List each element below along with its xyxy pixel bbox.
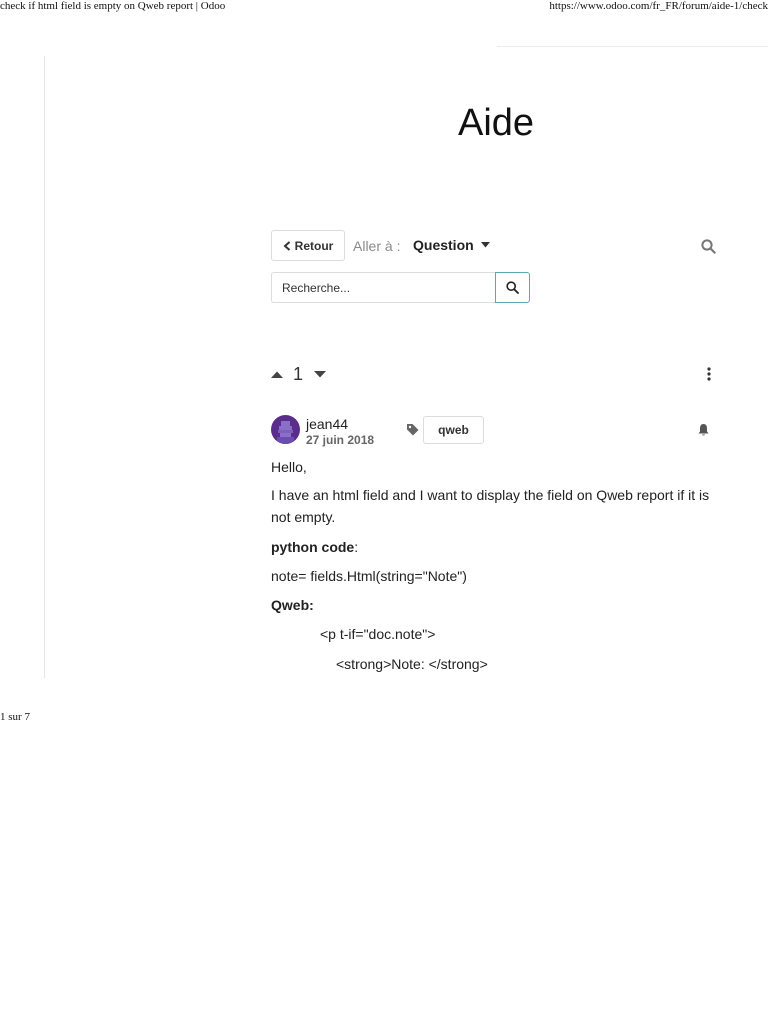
top-divider <box>497 46 768 47</box>
chevron-left-icon <box>283 240 290 251</box>
caret-down-icon[interactable] <box>314 371 326 378</box>
bell-icon[interactable] <box>697 423 710 437</box>
avatar[interactable] <box>271 415 300 444</box>
body-code-line-1: <p t-if="doc.note"> <box>320 626 436 642</box>
python-code-label: python code <box>271 539 355 555</box>
post-date: 27 juin 2018 <box>306 433 375 447</box>
print-page-url: https://www.odoo.com/fr_FR/forum/aide-1/… <box>549 0 768 12</box>
search-icon <box>506 281 519 294</box>
tag-qweb[interactable]: qweb <box>423 416 484 444</box>
back-button[interactable]: Retour <box>271 230 345 261</box>
goto-label: Aller à : <box>353 238 401 254</box>
body-python-code: note= fields.Html(string="Note") <box>271 568 467 584</box>
qweb-label: Qweb: <box>271 597 314 613</box>
goto-dropdown-value: Question <box>413 237 474 253</box>
print-page-number: 1 sur 7 <box>0 711 30 723</box>
tag-icon <box>407 424 419 436</box>
goto-dropdown[interactable]: Question <box>413 237 490 253</box>
body-python-heading: python code: <box>271 536 723 558</box>
body-code-line-2: <strong>Note: </strong> <box>336 656 488 672</box>
caret-down-icon <box>480 242 490 248</box>
avatar-image <box>271 415 300 444</box>
left-divider <box>44 56 45 678</box>
back-button-label: Retour <box>294 238 334 253</box>
body-intro: I have an html field and I want to displ… <box>271 487 710 525</box>
forum-heading: Aide <box>457 102 535 144</box>
print-page-title: check if html field is empty on Qweb rep… <box>0 0 226 12</box>
body-qweb-heading: Qweb: <box>271 594 723 616</box>
forum-search <box>271 272 530 303</box>
search-input[interactable] <box>271 272 495 303</box>
vote-count: 1 <box>293 364 304 384</box>
python-code-colon: : <box>354 539 359 555</box>
caret-up-icon[interactable] <box>271 371 283 378</box>
kebab-menu-icon[interactable] <box>707 367 711 381</box>
search-icon[interactable] <box>701 239 716 254</box>
body-greeting: Hello, <box>271 459 307 475</box>
print-header: check if html field is empty on Qweb rep… <box>0 0 768 14</box>
search-button[interactable] <box>495 272 530 303</box>
author-name[interactable]: jean44 <box>306 416 348 432</box>
